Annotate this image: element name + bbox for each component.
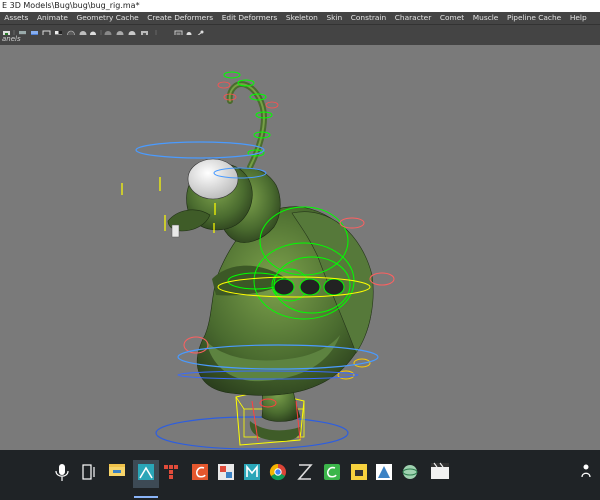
menu-edit-deformers[interactable]: Edit Deformers [217,12,281,24]
eye-mesh [187,158,239,200]
taskbar-icons [55,460,591,498]
menu-help[interactable]: Help [566,12,591,24]
maya-m-icon[interactable] [244,464,260,480]
menu-character[interactable]: Character [390,12,435,24]
microphone-icon[interactable] [55,464,69,481]
chrome-icon[interactable] [269,463,286,481]
camtasia-icon[interactable] [324,464,340,480]
image-app-icon[interactable] [218,464,234,480]
taskview-icon[interactable] [82,464,95,480]
menu-bar: Assets Animate Geometry Cache Create Def… [0,12,600,24]
spine-control-beads[interactable] [273,278,345,296]
blender-icon[interactable] [376,464,392,480]
panels-label[interactable]: anels [2,35,21,44]
maya-icon[interactable] [133,460,159,498]
3d-viewport[interactable] [0,45,600,450]
menu-animate[interactable]: Animate [33,12,73,24]
menu-assets[interactable]: Assets [0,12,33,24]
menu-muscle[interactable]: Muscle [468,12,502,24]
head-control-ring[interactable] [135,141,265,159]
zbrush-icon[interactable] [297,464,313,480]
file-explorer-icon[interactable] [109,464,125,476]
grid-app-icon[interactable] [164,465,178,479]
comet-app-icon[interactable] [192,464,208,480]
maya-window: E 3D Models\Bug\bug\bug_rig.ma* Assets A… [0,0,600,500]
window-title: E 3D Models\Bug\bug\bug_rig.ma* [2,1,140,10]
people-icon[interactable] [581,464,591,478]
clapper-icon[interactable] [431,462,449,479]
green-globe-icon[interactable] [402,465,418,479]
menu-skeleton[interactable]: Skeleton [282,12,323,24]
menu-constrain[interactable]: Constrain [346,12,390,24]
windows-taskbar [0,450,600,500]
panels-menu-bar: anels [0,35,600,45]
viewport-scene [121,71,395,450]
tooth-mesh [171,224,180,238]
menu-pipeline-cache[interactable]: Pipeline Cache [503,12,566,24]
menu-create-deformers[interactable]: Create Deformers [143,12,217,24]
menu-geometry-cache[interactable]: Geometry Cache [72,12,143,24]
sticky-notes-icon[interactable] [351,464,367,480]
menu-comet[interactable]: Comet [436,12,469,24]
menu-skin[interactable]: Skin [322,12,346,24]
